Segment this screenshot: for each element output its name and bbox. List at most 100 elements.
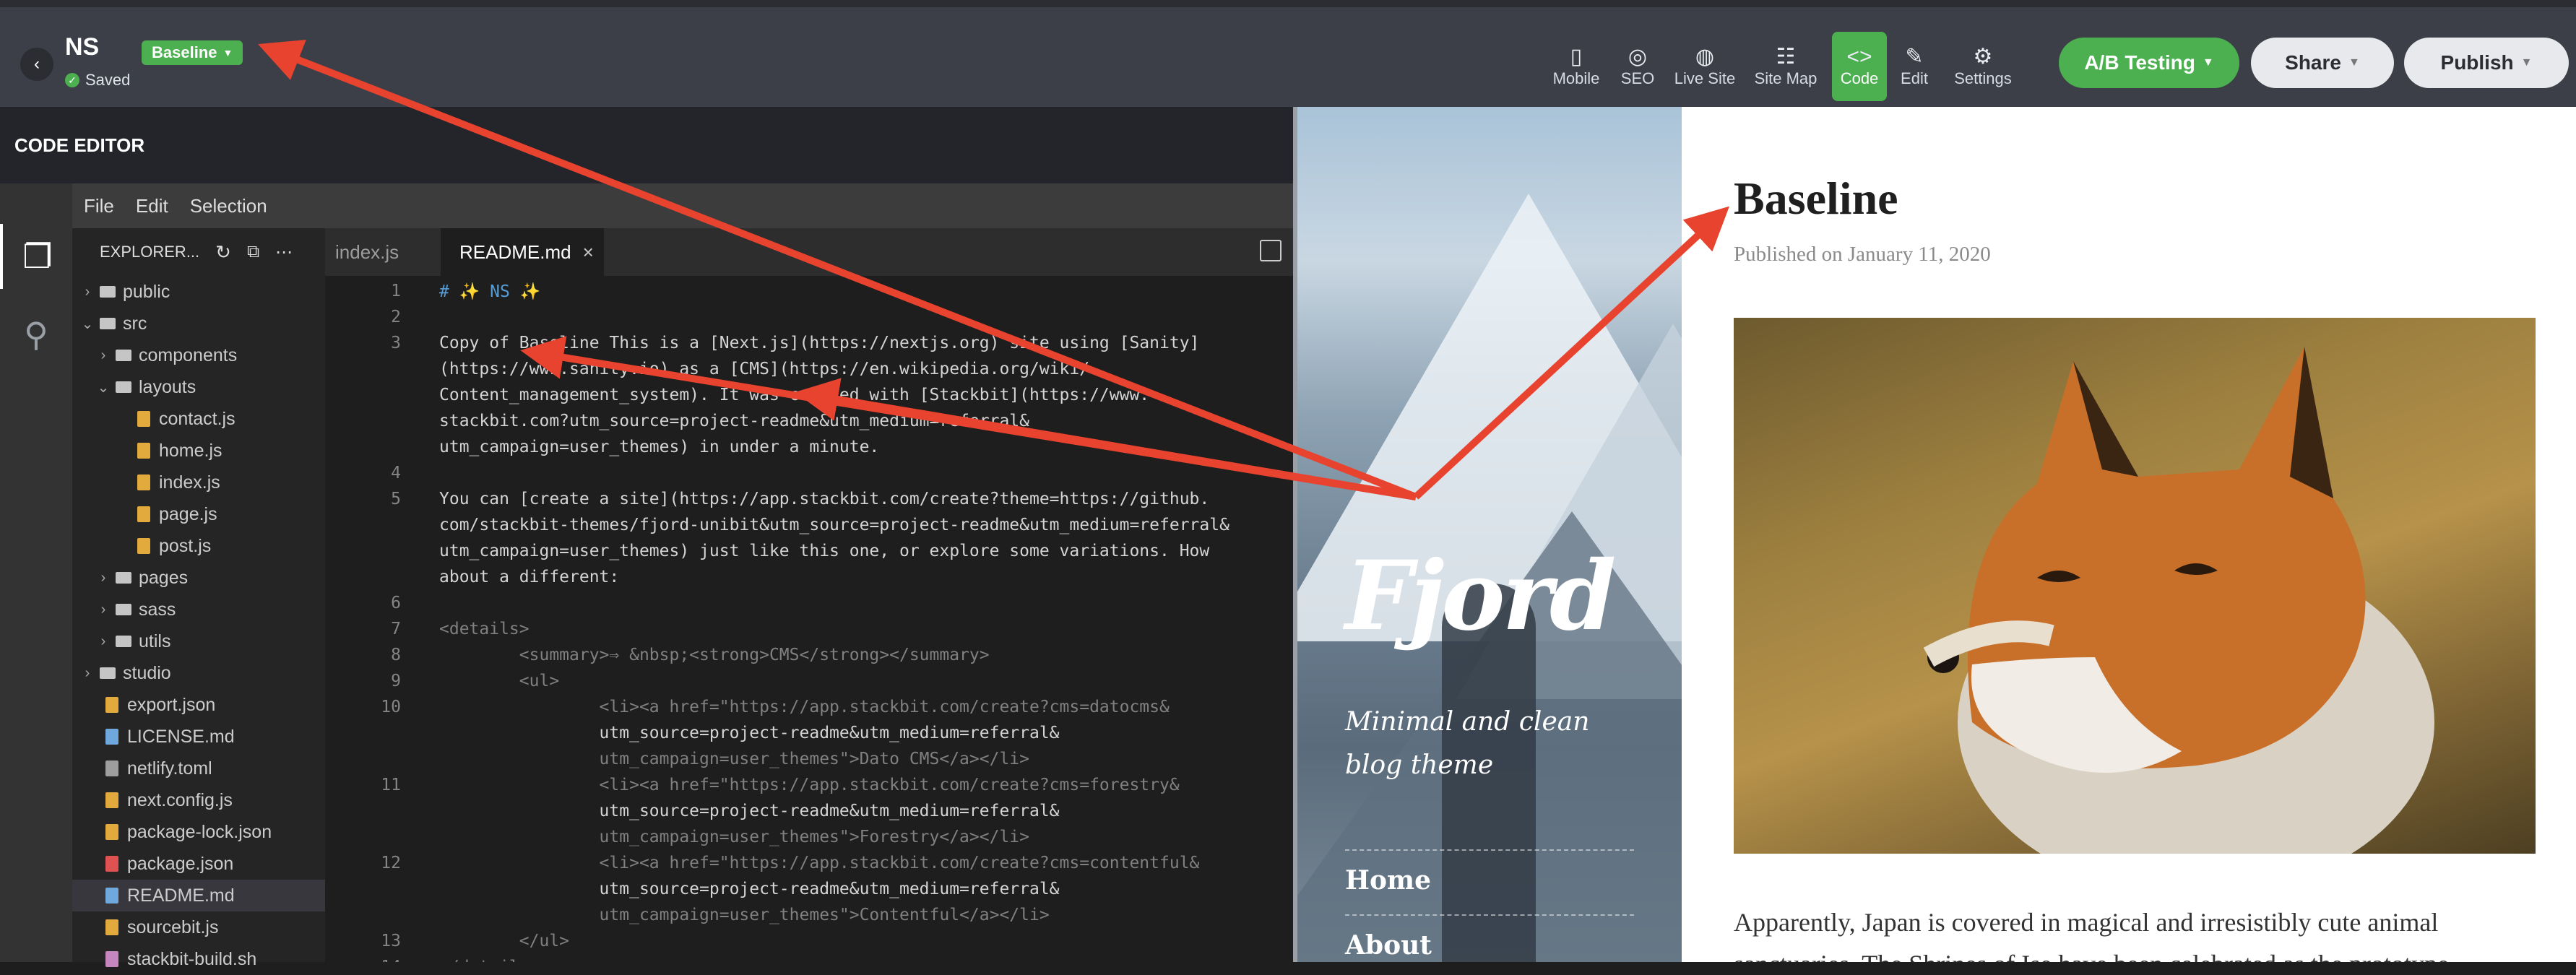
file-item[interactable]: page.js — [72, 498, 325, 530]
file-item[interactable]: package-lock.json — [72, 816, 325, 848]
code-line: <summary>⇒ &nbsp;<strong>CMS</strong></s… — [439, 646, 990, 664]
folder-item[interactable]: ⌄ layouts — [72, 371, 325, 403]
environment-badge[interactable]: Baseline ▼ — [142, 40, 243, 65]
seo-button[interactable]: ◎ SEO — [1615, 32, 1660, 101]
folder-icon — [116, 350, 131, 361]
folder-icon — [116, 636, 131, 647]
file-item[interactable]: contact.js — [72, 403, 325, 435]
tree-item-label: index.js — [159, 472, 220, 493]
site-map-button[interactable]: ☷ Site Map — [1748, 32, 1823, 101]
publish-button[interactable]: Publish ▼ — [2404, 38, 2569, 88]
fox-illustration — [1923, 347, 2434, 854]
file-item[interactable]: index.js — [72, 467, 325, 498]
chevron-right-icon: › — [100, 347, 106, 363]
site-tagline: Minimal and clean blog theme — [1345, 707, 1590, 780]
menu-selection[interactable]: Selection — [190, 195, 267, 217]
top-toolbar: ‹ NS Baseline ▼ ✓ Saved ▯ Mobile ◎ SEO ◍… — [0, 0, 2576, 107]
file-item[interactable]: post.js — [72, 530, 325, 562]
code-button[interactable]: <> Code — [1832, 32, 1887, 101]
sh-file-icon — [105, 951, 118, 967]
collapse-all-icon[interactable]: ⧉ — [247, 242, 259, 262]
files-icon[interactable]: ❐ — [0, 224, 72, 289]
tab-index-js[interactable]: index.js — [325, 228, 438, 276]
save-status-label: Saved — [85, 71, 131, 89]
share-button[interactable]: Share ▼ — [2251, 38, 2394, 88]
file-item[interactable]: sourcebit.js — [72, 911, 325, 943]
mobile-button[interactable]: ▯ Mobile — [1542, 32, 1611, 101]
folder-icon — [116, 604, 131, 615]
search-icon[interactable]: ⚲ — [0, 302, 72, 367]
file-item[interactable]: export.json — [72, 689, 325, 721]
ab-testing-button[interactable]: A/B Testing ▼ — [2059, 38, 2239, 88]
nav-home[interactable]: Home — [1345, 865, 1431, 896]
code-line: utm_campaign=user_themes">Forestry</a></… — [439, 828, 1029, 846]
code-line: utm_campaign=user_themes">Contentful</a>… — [439, 906, 1050, 924]
explorer-title: EXPLORER... — [100, 243, 200, 261]
file-item[interactable]: LICENSE.md — [72, 721, 325, 753]
site-logo[interactable]: Fjord — [1345, 540, 1616, 652]
mobile-icon: ▯ — [1570, 45, 1583, 69]
js-file-icon — [137, 506, 150, 522]
folder-item[interactable]: › sass — [72, 594, 325, 625]
code-line: about a different: — [439, 568, 620, 586]
code-line: (https://www.sanity.io) as a [CMS](https… — [439, 360, 1090, 378]
folder-item[interactable]: ⌄ src — [72, 308, 325, 339]
folder-item[interactable]: › public — [72, 276, 325, 308]
chevron-right-icon: › — [100, 633, 106, 649]
tab-readme-md[interactable]: README.md × — [441, 228, 604, 276]
live-site-button[interactable]: ◍ Live Site — [1667, 32, 1742, 101]
close-icon[interactable]: × — [583, 241, 594, 264]
line-number: 7 — [391, 620, 401, 638]
tree-item-label: studio — [123, 662, 171, 683]
post-image — [1734, 318, 2536, 854]
code-line: utm_source=project-readme&utm_medium=ref… — [439, 724, 1060, 742]
post-body: Apparently, Japan is covered in magical … — [1734, 908, 2449, 962]
nav-divider — [1345, 849, 1634, 851]
line-number: 5 — [391, 490, 401, 508]
tree-item-label: LICENSE.md — [127, 726, 235, 747]
line-number: 6 — [391, 594, 401, 612]
menu-edit[interactable]: Edit — [136, 195, 168, 217]
tree-item-label: components — [139, 344, 238, 365]
settings-button[interactable]: ⚙ Settings — [1945, 32, 2021, 101]
file-item[interactable]: package.json — [72, 848, 325, 880]
folder-item[interactable]: › studio — [72, 657, 325, 689]
refresh-icon[interactable]: ↻ — [215, 241, 231, 264]
folder-item[interactable]: › utils — [72, 625, 325, 657]
code-line: utm_source=project-readme&utm_medium=ref… — [439, 880, 1060, 898]
more-icon[interactable]: ⋯ — [275, 242, 293, 263]
file-item[interactable]: home.js — [72, 435, 325, 467]
code-line: <ul> — [439, 672, 560, 690]
sitemap-icon: ☷ — [1776, 45, 1796, 69]
js-file-icon — [105, 919, 118, 935]
back-button[interactable]: ‹ — [20, 48, 53, 81]
js-file-icon — [137, 538, 150, 554]
line-number: 4 — [391, 464, 401, 482]
file-item[interactable]: stackbit-build.sh — [72, 943, 325, 975]
line-number: 2 — [391, 308, 401, 326]
file-item[interactable]: README.md — [72, 880, 325, 911]
md-file-icon — [105, 729, 118, 745]
file-item[interactable]: next.config.js — [72, 784, 325, 816]
code-line: Copy of Baseline This is a [Next.js](htt… — [439, 334, 1200, 352]
editor-tabs: index.js README.md × — [325, 228, 1293, 276]
site-map-label: Site Map — [1754, 69, 1818, 87]
nav-about[interactable]: About — [1345, 930, 1432, 961]
tree-item-label: utils — [139, 630, 171, 651]
tree-item-label: sass — [139, 599, 176, 620]
preview-sidebar: Fjord Minimal and clean blog theme Home … — [1297, 107, 1682, 962]
menu-file[interactable]: File — [84, 195, 114, 217]
chevron-down-icon: ⌄ — [97, 379, 110, 396]
code-line: </ul> — [439, 932, 570, 950]
code-line: <li><a href="https://app.stackbit.com/cr… — [439, 698, 1170, 716]
split-editor-icon[interactable] — [1260, 240, 1281, 261]
file-item[interactable]: netlify.toml — [72, 753, 325, 784]
file-tree: › public ⌄ src › components ⌄ layouts contact.js… — [72, 276, 325, 975]
folder-item[interactable]: › pages — [72, 562, 325, 594]
edit-button[interactable]: ✎ Edit — [1893, 32, 1936, 101]
line-number: 12 — [381, 854, 401, 872]
code-line: </details> — [439, 958, 539, 962]
folder-item[interactable]: › components — [72, 339, 325, 371]
code-area[interactable]: 1 # ✨ NS ✨ 2 3 Copy of Baseline This is a [N… — [325, 276, 1293, 962]
js-file-icon — [137, 443, 150, 459]
